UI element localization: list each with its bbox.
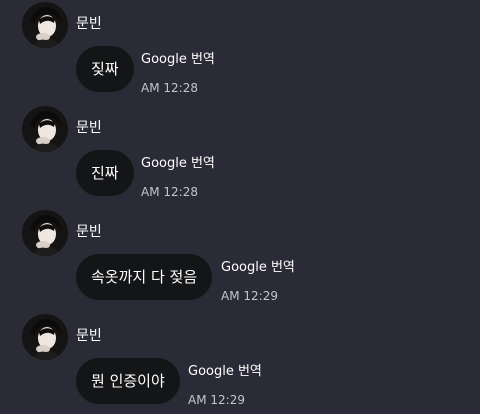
google-translate-link[interactable]: Google 번역 bbox=[141, 52, 215, 68]
message-bubble[interactable]: 뭔 인증이야 bbox=[76, 358, 180, 404]
message-item: 문빈 진짜 Google 번역 AM 12:28 bbox=[0, 104, 480, 208]
message-item: 문빈 뭔 인증이야 Google 번역 AM 12:29 bbox=[0, 312, 480, 414]
message-item: 문빈 속옷까지 다 젖음 Google 번역 AM 12:29 bbox=[0, 208, 480, 312]
message-bubble[interactable]: 짖짜 bbox=[76, 46, 134, 92]
avatar[interactable] bbox=[22, 314, 68, 360]
avatar[interactable] bbox=[22, 210, 68, 256]
google-translate-link[interactable]: Google 번역 bbox=[141, 156, 215, 172]
message-timestamp: AM 12:29 bbox=[188, 393, 245, 407]
sender-name: 문빈 bbox=[76, 16, 102, 32]
message-item: 문빈 짖짜 Google 번역 AM 12:28 bbox=[0, 0, 480, 104]
sender-name: 문빈 bbox=[76, 224, 102, 240]
message-timestamp: AM 12:29 bbox=[221, 289, 278, 303]
sender-name: 문빈 bbox=[76, 120, 102, 136]
google-translate-link[interactable]: Google 번역 bbox=[221, 260, 295, 276]
google-translate-link[interactable]: Google 번역 bbox=[188, 364, 262, 380]
sender-name: 문빈 bbox=[76, 328, 102, 344]
avatar[interactable] bbox=[22, 2, 68, 48]
message-bubble[interactable]: 속옷까지 다 젖음 bbox=[76, 254, 213, 300]
chat-thread: 문빈 짖짜 Google 번역 AM 12:28 문빈 진짜 Google 번역… bbox=[0, 0, 480, 414]
message-bubble[interactable]: 진짜 bbox=[76, 150, 134, 196]
message-timestamp: AM 12:28 bbox=[141, 81, 198, 95]
avatar[interactable] bbox=[22, 106, 68, 152]
message-timestamp: AM 12:28 bbox=[141, 185, 198, 199]
